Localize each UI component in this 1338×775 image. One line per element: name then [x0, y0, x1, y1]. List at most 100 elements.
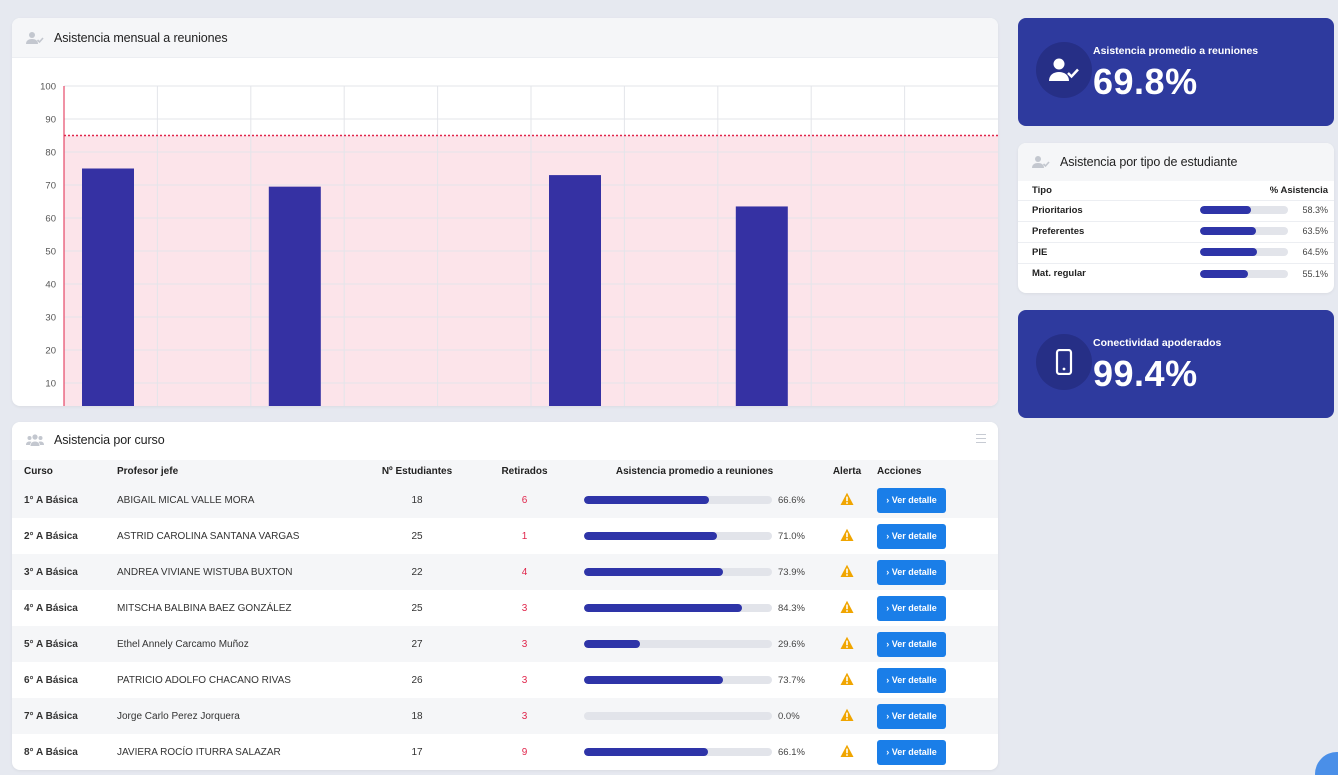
warning-icon [840, 708, 854, 721]
attendance-progress-fill [584, 604, 743, 612]
table-row: 2° A Básica ASTRID CAROLINA SANTANA VARGA… [12, 518, 998, 554]
type-progress-bar [1200, 227, 1288, 236]
cell-estudiantes: 18 [357, 482, 477, 518]
table-row: 1° A Básica ABIGAIL MICAL VALLE MORA 18 6 66… [12, 482, 998, 518]
help-fab-button[interactable] [1315, 752, 1338, 775]
view-detail-button[interactable]: › Ver detalle [877, 595, 946, 621]
type-progress-fill [1200, 269, 1249, 278]
header-estudiantes: Nº Estudiantes [357, 460, 477, 482]
warning-icon [840, 600, 854, 613]
cell-asistencia: 71.0% [572, 518, 817, 554]
student-type-row: Preferentes 63.5% [1018, 220, 1334, 242]
cell-retirados: 3 [477, 698, 572, 734]
cell-retirados: 4 [477, 554, 572, 590]
cell-curso: 2° A Básica [24, 530, 78, 542]
user-check-icon [26, 31, 44, 45]
cell-curso: 8° A Básica [24, 746, 78, 758]
average-attendance-value: 69.8% [1093, 61, 1198, 102]
cell-alerta [817, 482, 877, 518]
cell-estudiantes: 17 [411, 746, 423, 758]
view-detail-button[interactable]: › Ver detalle [877, 559, 946, 585]
warning-icon [840, 492, 854, 505]
header-pct-asistencia: % Asistencia [1269, 185, 1328, 197]
y-tick-label: 40 [45, 280, 56, 291]
student-type-table: Tipo % Asistencia Prioritarios 58.3% Prefe… [1018, 182, 1334, 284]
view-detail-button[interactable]: › Ver detalle [877, 703, 946, 729]
cell-acciones: › Ver detalle [877, 518, 998, 554]
attendance-percent: 29.6% [778, 638, 805, 650]
cell-tipo: Preferentes [1018, 220, 1125, 242]
attendance-progress-fill [584, 496, 710, 504]
view-detail-button[interactable]: › Ver detalle [877, 631, 946, 657]
cell-estudiantes: 27 [357, 626, 477, 662]
cell-alerta [817, 698, 877, 734]
y-tick-label: 10 [45, 379, 56, 390]
table-row: 4° A Básica MITSCHA BALBINA BAEZ GONZÁLEZ… [12, 590, 998, 626]
y-tick-label: 30 [45, 313, 56, 324]
attendance-percent: 66.6% [778, 494, 805, 506]
header-profesor: Profesor jefe [117, 460, 357, 482]
attendance-progress-bar [584, 640, 772, 648]
attendance-progress-bar [584, 568, 772, 576]
cell-alerta [817, 554, 877, 590]
cell-alerta [817, 734, 877, 770]
view-detail-button[interactable]: › Ver detalle [877, 487, 946, 513]
cell-retirados: 3 [521, 674, 528, 686]
type-progress-fill [1200, 248, 1257, 257]
type-percent: 63.5% [1302, 226, 1328, 237]
y-tick-label: 70 [45, 181, 56, 192]
attendance-percent: 84.3% [778, 602, 805, 614]
cell-profesor: Ethel Annely Carcamo Muñoz [117, 626, 357, 662]
type-progress-fill [1200, 227, 1256, 236]
mobile-phone-icon [1036, 334, 1092, 390]
header-retirados: Retirados [477, 460, 572, 482]
view-detail-button[interactable]: › Ver detalle [877, 739, 946, 765]
table-row: 3° A Básica ANDREA VIVIANE WISTUBA BUXTON… [12, 554, 998, 590]
attendance-progress-fill [584, 568, 723, 576]
cell-acciones: › Ver detalle [877, 698, 998, 734]
type-progress-bar [1200, 269, 1288, 278]
view-detail-button[interactable]: › Ver detalle [877, 667, 946, 693]
table-row: 5° A Básica Ethel Annely Carcamo Muñoz 27 3… [12, 626, 998, 662]
cell-asistencia: 73.9% [572, 554, 817, 590]
cell-profesor: PATRICIO ADOLFO CHACANO RIVAS [117, 674, 291, 686]
cell-pct: 55.1% [1124, 262, 1334, 284]
cell-curso: 5° A Básica [12, 626, 117, 662]
type-percent: 58.3% [1302, 205, 1328, 216]
student-type-row: Prioritarios 58.3% [1018, 199, 1334, 221]
cell-profesor: ANDREA VIVIANE WISTUBA BUXTON [117, 554, 357, 590]
average-attendance-stat-card: Asistencia promedio a reuniones 69.8% [1018, 18, 1334, 126]
type-progress-bar [1200, 248, 1288, 257]
view-detail-button[interactable]: › Ver detalle [877, 523, 946, 549]
attendance-percent: 0.0% [778, 710, 800, 722]
connectivity-value: 99.4% [1093, 353, 1198, 394]
table-card-header: Asistencia por curso [12, 422, 998, 458]
cell-acciones: › Ver detalle [877, 482, 998, 518]
y-tick-label: 60 [45, 214, 56, 225]
cell-profesor: ASTRID CAROLINA SANTANA VARGAS [117, 530, 300, 542]
cell-acciones: › Ver detalle [877, 626, 998, 662]
cell-tipo: PIE [1018, 241, 1125, 263]
connectivity-label: Conectividad apoderados [1093, 337, 1222, 349]
chart-title: Asistencia mensual a reuniones [54, 30, 228, 45]
attendance-progress-bar [584, 604, 772, 612]
cell-alerta [817, 662, 877, 698]
table-header-row: Curso Profesor jefe Nº Estudiantes Retir… [12, 460, 998, 482]
course-table: Curso Profesor jefe Nº Estudiantes Retir… [12, 460, 998, 770]
student-type-row: Mat. regular 55.1% [1018, 262, 1334, 284]
attendance-progress-fill [584, 640, 640, 648]
cell-tipo: Mat. regular [1018, 262, 1125, 284]
attendance-progress-bar [584, 676, 772, 684]
user-check-icon [1032, 155, 1050, 169]
monthly-attendance-chart-card: Asistencia mensual a reuniones 10 20 30 40 5… [12, 18, 998, 406]
cell-retirados: 1 [521, 530, 528, 542]
attendance-progress-bar [584, 532, 772, 540]
users-icon [26, 433, 44, 447]
average-attendance-label: Asistencia promedio a reuniones [1093, 45, 1259, 57]
type-percent: 55.1% [1302, 268, 1328, 279]
cell-asistencia: 66.6% [572, 482, 817, 518]
cell-estudiantes: 25 [411, 602, 423, 614]
menu-icon[interactable] [976, 434, 986, 443]
cell-curso: 4° A Básica [24, 602, 78, 614]
cell-curso: 1° A Básica [12, 482, 117, 518]
